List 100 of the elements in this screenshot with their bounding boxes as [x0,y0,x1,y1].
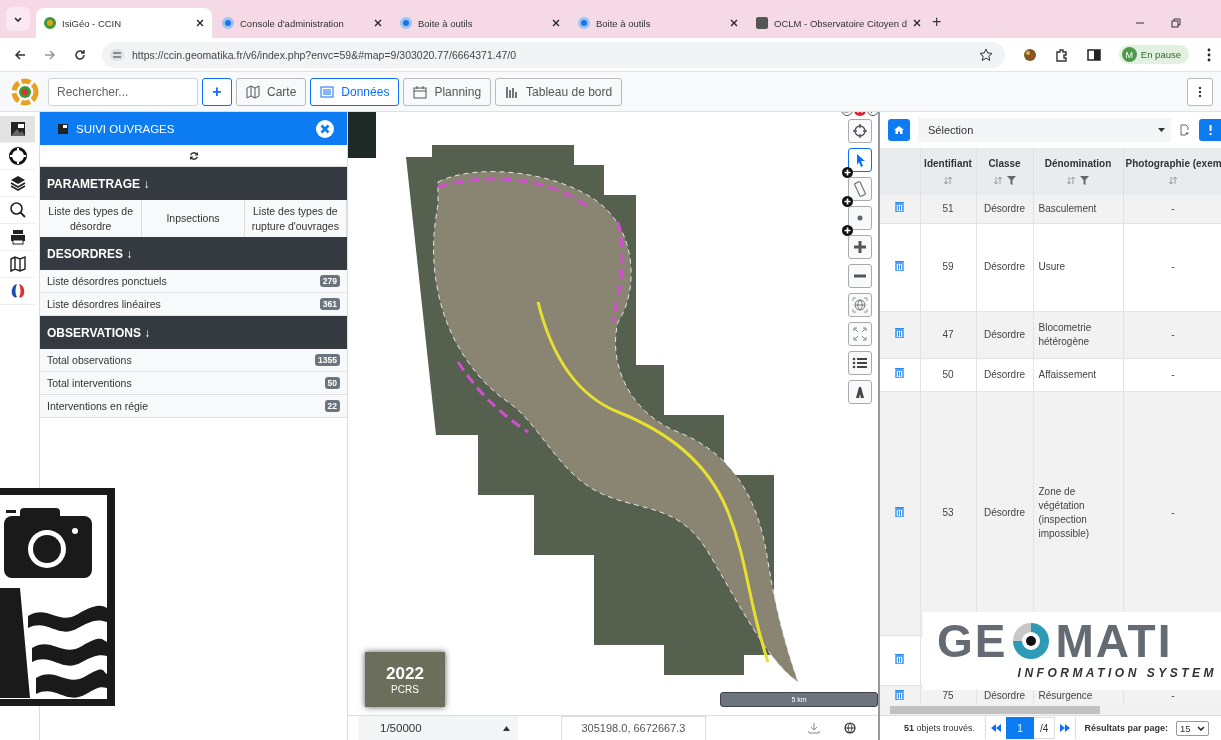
map-tool-button[interactable] [848,235,872,259]
table-cell: Désordre [983,261,1026,272]
list-item[interactable]: Total observations 1355 [40,349,347,372]
table-cell: Désordre [983,507,1026,518]
back-icon[interactable] [14,48,26,61]
last-page-button[interactable] [1055,717,1076,739]
horizontal-scrollbar[interactable] [890,706,1100,714]
trash-icon[interactable] [895,688,905,700]
basemap-switcher[interactable]: 2022 PCRS [365,652,445,707]
section-header: DESORDRES ↓ [40,237,347,270]
trash-icon[interactable] [895,367,905,378]
toolbar-button[interactable]: Planning [403,77,492,106]
calendar-icon [413,84,428,99]
toolbar-button[interactable]: Données [310,77,400,106]
map-icon[interactable] [8,255,27,273]
globe-icon[interactable] [844,722,856,734]
lifebuoy-icon[interactable] [8,147,27,165]
browser-tab[interactable]: Console d'administration [214,8,390,38]
layer-dropdown[interactable]: Sélection [918,118,1171,142]
table-cell: Désordre [983,368,1026,380]
side-panel-icon[interactable] [1086,47,1101,62]
column-header[interactable]: Classe [976,148,1033,195]
map-tool-button[interactable] [848,119,872,143]
filter-icon[interactable] [1080,176,1089,185]
page-button[interactable]: 1 [1006,717,1035,739]
layers-icon[interactable] [8,174,27,192]
chevron-icon [1196,725,1205,731]
browser-tab[interactable]: Boite à outils [392,8,568,38]
column-header[interactable]: Photographie (exem [1123,148,1221,195]
options-button[interactable] [1199,119,1221,141]
table-cell: Basculement [1038,202,1097,214]
table-cell: Résurgence [1038,689,1093,701]
dot-icon [857,215,863,221]
address-bar[interactable]: https://ccin.geomatika.fr/v6/index.php?envc=59&#map=9/303020.77/6664371.47/0 [102,41,1005,68]
count-badge: 279 [319,275,340,287]
menu-tile[interactable]: Inpsections [142,200,245,237]
column-header[interactable]: Identifiant [920,148,976,195]
home-button[interactable] [888,119,910,141]
list-item[interactable]: Total interventions 50 [40,372,347,395]
map-tool-button[interactable] [848,177,872,201]
trash-icon[interactable] [895,201,905,213]
more-icon[interactable] [1207,47,1211,62]
first-page-button[interactable] [986,717,1007,739]
per-page-dropdown[interactable]: 15 [1175,720,1209,736]
export-icon[interactable] [1179,124,1191,136]
site-settings-icon[interactable] [110,48,124,61]
puzzle-icon[interactable] [1054,47,1069,62]
trash-icon[interactable] [895,259,905,271]
bookmark-star-icon[interactable] [978,47,993,62]
tab-search-button[interactable] [6,7,30,31]
ruler-icon [852,181,868,197]
forward-icon[interactable] [44,48,56,61]
printer-icon[interactable] [8,228,27,246]
list-item[interactable]: Liste désordres ponctuels 279 [40,270,347,293]
trash-icon[interactable] [895,327,905,338]
map-tool-button[interactable] [848,351,872,375]
menu-tile[interactable]: Liste des types de rupture d'ouvrages [244,200,347,237]
add-icon[interactable] [842,167,853,178]
count-badge: 22 [324,400,340,412]
scale-dropdown[interactable]: 1/50000 [358,715,518,740]
toolbar-button[interactable]: Tableau de bord [495,77,623,106]
restore-icon[interactable] [1171,18,1181,28]
refresh-icon[interactable] [188,150,199,161]
profile-button[interactable]: M En pause [1118,45,1189,64]
double-left-arrow-icon [991,724,1002,732]
camera-icon[interactable] [8,120,27,138]
double-right-arrow-icon [1060,724,1071,732]
search-icon[interactable] [8,201,27,219]
map-icon [246,84,260,99]
reload-icon[interactable] [74,48,86,61]
browser-tab[interactable]: IsiGéo - CCIN [36,8,212,38]
filter-icon[interactable] [1006,176,1016,185]
bar-chart-icon [505,84,520,99]
browser-tab[interactable]: OCLM - Observatoire Citoyen d [748,8,924,38]
list-item[interactable]: Interventions en régie 22 [40,395,347,418]
map-tool-button[interactable] [848,380,872,404]
table-cell: 47 [942,328,954,340]
add-icon[interactable] [842,196,853,207]
browser-tab[interactable]: Boite à outils [570,8,746,38]
column-header[interactable]: Dénomination [1033,148,1123,195]
map-tool-button[interactable] [848,206,872,230]
caret-icon [1158,128,1165,132]
menu-tile[interactable]: Liste des types de désordre [40,200,143,237]
per-page-label: Résultats par page: [1084,723,1168,733]
table-cell: Zone de végétation (inspection impossible) [1038,486,1090,539]
table-cell: 51 [942,202,954,214]
trash-icon[interactable] [895,652,905,664]
extension-icon[interactable] [1022,47,1037,62]
map-tool-button[interactable] [848,148,872,172]
add-icon[interactable] [842,225,853,236]
add-button[interactable]: + [202,77,232,106]
trash-icon[interactable] [895,505,905,517]
new-tab-button[interactable]: + [932,13,942,31]
toolbar-button[interactable]: Carte [236,77,307,106]
list-item[interactable]: Liste désordres linéaires 361 [40,293,347,316]
crosshair-icon [852,123,868,139]
download-icon[interactable] [808,722,820,734]
map-tool-button[interactable] [848,264,872,288]
expand-icon [852,326,868,342]
search-field[interactable]: Rechercher... [48,77,198,106]
